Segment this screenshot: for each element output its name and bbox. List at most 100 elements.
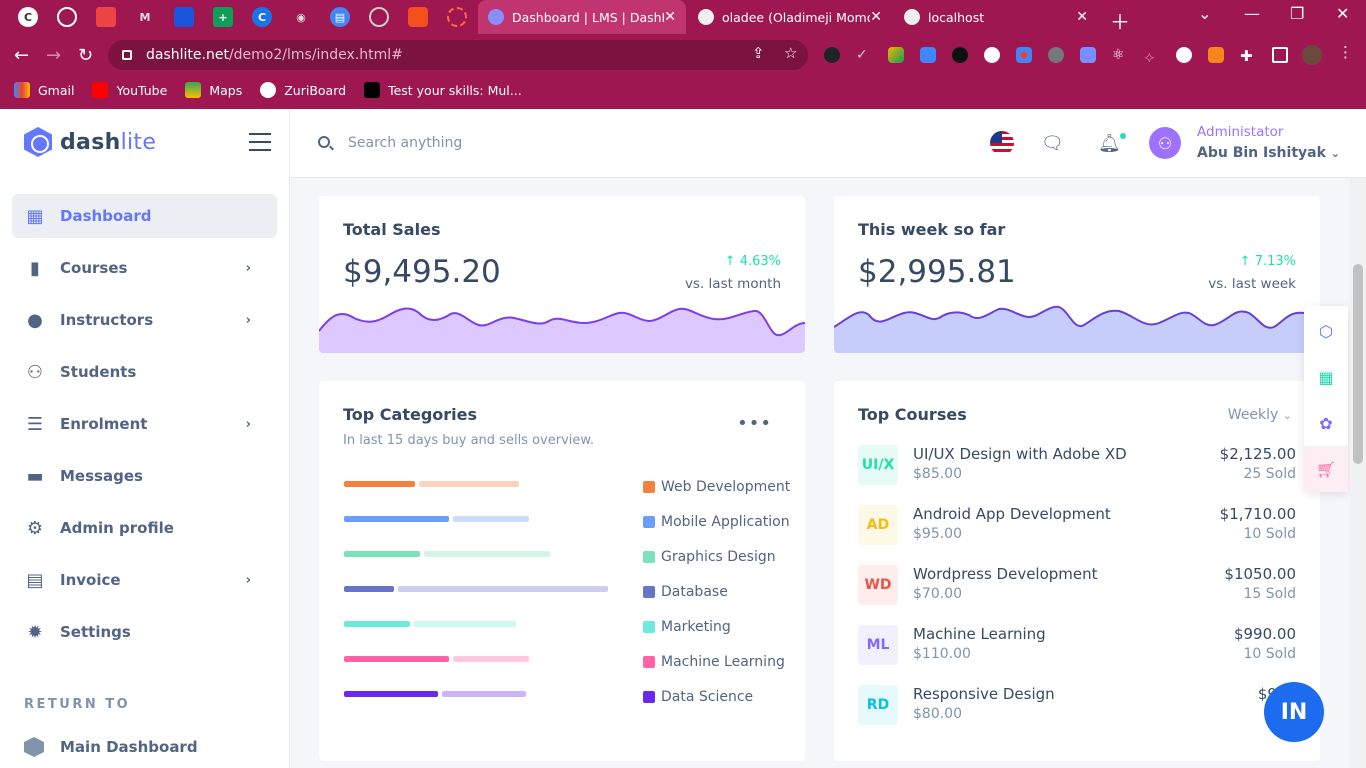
course-row[interactable]: AD Android App Development $95.00 $1,710.00… — [858, 505, 1296, 553]
sidebar-item-label: Messages — [60, 467, 143, 485]
page-scrollbar[interactable] — [1350, 178, 1366, 768]
tab-search-icon[interactable]: ⌄ — [1198, 4, 1211, 23]
course-price: $95.00 — [913, 526, 962, 542]
close-window-icon[interactable]: ✕ — [1336, 4, 1349, 23]
pinned-tab-10-icon[interactable] — [369, 7, 389, 27]
bookmark-zuriboard[interactable]: ZuriBoard — [260, 82, 346, 98]
pinned-tab-9-icon[interactable]: ▤ — [330, 7, 350, 27]
browser-menu-icon[interactable]: ⋮ — [1338, 43, 1353, 61]
reload-icon[interactable]: ↻ — [78, 45, 93, 66]
bookmark-test-skills[interactable]: Test your skills: Mul... — [364, 82, 522, 98]
settings-icon[interactable]: ✿ — [1304, 400, 1348, 446]
top-categories-card: Top Categories In last 15 days buy and s… — [319, 381, 805, 761]
user-name[interactable]: Abu Bin Ishityak ⌄ — [1197, 145, 1340, 161]
course-sold: 25 Sold — [1243, 466, 1297, 482]
restore-icon[interactable]: ❐ — [1290, 4, 1304, 23]
extension-2-icon[interactable]: ✓ — [856, 47, 872, 63]
tab-dashboard[interactable]: Dashboard | LMS | DashLite ✕ — [478, 0, 686, 34]
sidebar-item-invoice[interactable]: ▤ Invoice › — [12, 558, 277, 602]
sidebar-item-admin-profile[interactable]: ⚙ Admin profile — [12, 506, 277, 550]
pinned-tab-sheets-icon[interactable]: + — [213, 7, 233, 27]
pinned-tab-gmail-icon[interactable]: M — [135, 7, 155, 27]
extension-11-icon[interactable]: ⟡ — [1144, 47, 1160, 66]
chevron-right-icon: › — [245, 416, 251, 432]
legend-item: Mobile Application — [643, 514, 790, 530]
course-name: Responsive Design — [913, 685, 1055, 703]
search-input[interactable] — [348, 131, 748, 155]
sidebar-item-instructors[interactable]: ● Instructors › — [12, 298, 277, 342]
course-row[interactable]: RDResponsive Design$80.00$96012 — [858, 685, 1296, 733]
pinned-tab-1-icon[interactable]: C — [18, 7, 38, 27]
pinned-tab-figma-icon[interactable] — [408, 7, 428, 27]
address-bar[interactable]: dashlite.net/demo2/lms/index.html# — [108, 40, 808, 70]
sidebar-item-messages[interactable]: ▬ Messages — [12, 454, 277, 498]
course-row[interactable]: UI/X UI/UX Design with Adobe XD $85.00 $2,1… — [858, 445, 1296, 493]
forward-icon[interactable]: → — [46, 45, 61, 66]
user-role: Administator — [1197, 124, 1284, 140]
sidebar-item-students[interactable]: ⚇ Students — [12, 350, 277, 394]
bell-icon[interactable]: 🔔︎ — [1098, 133, 1121, 154]
chevron-down-icon: ⌄ — [1282, 409, 1292, 422]
extension-5-icon[interactable] — [952, 47, 968, 63]
extension-12-icon[interactable] — [1176, 47, 1192, 63]
course-row[interactable]: WD Wordpress Development $70.00 $1050.00 15 … — [858, 565, 1296, 613]
chat-widget-button[interactable]: IN — [1264, 682, 1324, 742]
menu-toggle-icon[interactable] — [249, 133, 271, 151]
more-options-icon[interactable]: ••• — [737, 413, 772, 434]
period-dropdown[interactable]: Weekly ⌄ — [1228, 407, 1292, 423]
extension-3-icon[interactable] — [888, 47, 904, 63]
course-name: Android App Development — [913, 505, 1111, 523]
extension-8-icon[interactable] — [1048, 47, 1064, 63]
extension-1-icon[interactable] — [824, 47, 840, 63]
new-tab-icon[interactable]: ＋ — [1110, 6, 1130, 35]
logo[interactable]: dashlite — [24, 127, 156, 157]
bookmark-star-icon[interactable]: ☆ — [784, 44, 797, 62]
bookmark-label: Test your skills: Mul... — [388, 82, 522, 98]
bookmark-gmail[interactable]: Gmail — [14, 82, 74, 98]
extension-download-icon[interactable] — [920, 47, 936, 63]
us-flag-icon[interactable] — [990, 131, 1014, 155]
buy-bar — [344, 621, 410, 627]
sidebar-item-courses[interactable]: ▮ Courses › — [12, 246, 277, 290]
sidebar-item-enrolment[interactable]: ☰ Enrolment › — [12, 402, 277, 446]
bookmark-youtube[interactable]: YouTube — [92, 82, 167, 98]
extension-6-icon[interactable] — [984, 47, 1000, 63]
extensions-puzzle-icon[interactable]: ✚ — [1240, 47, 1256, 65]
metamask-icon[interactable] — [1208, 47, 1224, 63]
extension-9-icon[interactable] — [1080, 47, 1096, 63]
side-panel-icon[interactable] — [1272, 47, 1288, 63]
bookmark-label: ZuriBoard — [284, 82, 347, 98]
sidebar-item-main-dashboard[interactable]: Main Dashboard — [24, 737, 198, 757]
minimize-icon[interactable]: — — [1244, 4, 1260, 23]
chat-icon[interactable]: 🗨 — [1041, 133, 1064, 154]
pinned-tab-2-icon[interactable] — [57, 7, 77, 27]
browser-chrome: C M + C ◉ ▤ Dashboard | LMS | DashLite ✕… — [0, 0, 1366, 109]
scrollbar-thumb[interactable] — [1353, 264, 1363, 464]
profile-avatar-icon[interactable] — [1302, 45, 1322, 65]
share-icon[interactable]: ⇪ — [752, 44, 765, 62]
close-tab-icon[interactable]: ✕ — [664, 9, 676, 25]
close-tab-icon[interactable]: ✕ — [870, 9, 882, 25]
pinned-tab-7-icon[interactable]: C — [252, 7, 272, 27]
close-tab-icon[interactable]: ✕ — [1076, 9, 1088, 25]
avatar[interactable]: ⚇ — [1149, 127, 1181, 159]
apps-grid-icon[interactable]: ▦ — [1304, 354, 1348, 400]
pinned-tab-12-icon[interactable] — [447, 7, 467, 27]
sidebar-item-dashboard[interactable]: ▦ Dashboard — [12, 194, 277, 238]
sidebar-item-settings[interactable]: ✹ Settings — [12, 610, 277, 654]
pinned-tab-5-icon[interactable] — [174, 7, 194, 27]
react-devtools-icon[interactable]: ⚛ — [1112, 47, 1128, 63]
pinned-tab-3-icon[interactable] — [96, 7, 116, 27]
back-icon[interactable]: ← — [14, 45, 29, 66]
pinned-tab-8-icon[interactable]: ◉ — [291, 7, 311, 27]
tab-github[interactable]: oladee (Oladimeji Momoh) ✕ — [688, 0, 892, 34]
dashlite-logo-icon[interactable]: ⬡ — [1304, 308, 1348, 354]
buy-bar — [344, 551, 420, 557]
cart-icon[interactable]: 🛒︎ — [1304, 446, 1348, 492]
bookmark-maps[interactable]: Maps — [185, 82, 242, 98]
tab-localhost[interactable]: localhost ✕ — [894, 0, 1098, 34]
sidebar-item-label: Settings — [60, 623, 131, 641]
course-row[interactable]: ML Machine Learning $110.00 $990.00 10 Sold — [858, 625, 1296, 673]
sidebar-item-label: Admin profile — [60, 519, 174, 537]
extension-7-icon[interactable] — [1016, 47, 1032, 63]
